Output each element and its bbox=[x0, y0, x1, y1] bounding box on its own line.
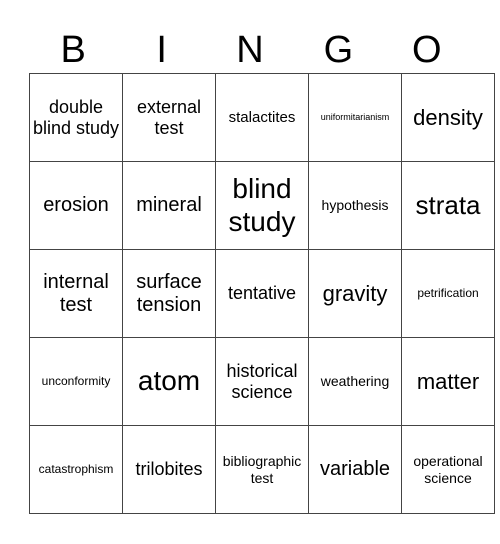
bingo-cell[interactable]: petrification bbox=[401, 249, 495, 338]
bingo-cell[interactable]: unconformity bbox=[29, 337, 123, 426]
bingo-cell[interactable]: internal test bbox=[29, 249, 123, 338]
header-letter-o: O bbox=[412, 29, 442, 71]
bingo-cell[interactable]: bibliographic test bbox=[215, 425, 309, 514]
header-letter-g: G bbox=[323, 29, 354, 71]
bingo-cell[interactable]: surface tension bbox=[122, 249, 216, 338]
bingo-cell[interactable]: gravity bbox=[308, 249, 402, 338]
bingo-grid: double blind study external test stalact… bbox=[29, 73, 495, 514]
bingo-cell[interactable]: matter bbox=[401, 337, 495, 426]
grid-row: internal test surface tension tentative … bbox=[29, 249, 495, 338]
bingo-header: B I N G O bbox=[29, 28, 471, 73]
header-letter-n: N bbox=[236, 29, 264, 71]
bingo-cell[interactable]: tentative bbox=[215, 249, 309, 338]
bingo-cell[interactable]: historical science bbox=[215, 337, 309, 426]
bingo-cell[interactable]: stalactites bbox=[215, 73, 309, 162]
bingo-cell[interactable]: hypothesis bbox=[308, 161, 402, 250]
bingo-cell[interactable]: density bbox=[401, 73, 495, 162]
grid-row: catastrophism trilobites bibliographic t… bbox=[29, 425, 495, 514]
bingo-cell[interactable]: atom bbox=[122, 337, 216, 426]
bingo-cell[interactable]: external test bbox=[122, 73, 216, 162]
bingo-cell[interactable]: trilobites bbox=[122, 425, 216, 514]
bingo-cell[interactable]: double blind study bbox=[29, 73, 123, 162]
bingo-cell[interactable]: catastrophism bbox=[29, 425, 123, 514]
bingo-cell[interactable]: uniformitarianism bbox=[308, 73, 402, 162]
bingo-cell[interactable]: variable bbox=[308, 425, 402, 514]
bingo-cell[interactable]: operational science bbox=[401, 425, 495, 514]
header-letter-b: B bbox=[60, 29, 86, 71]
bingo-cell[interactable]: mineral bbox=[122, 161, 216, 250]
header-letter-i: I bbox=[156, 29, 167, 71]
grid-row: erosion mineral blind study hypothesis s… bbox=[29, 161, 495, 250]
bingo-cell[interactable]: erosion bbox=[29, 161, 123, 250]
grid-row: unconformity atom historical science wea… bbox=[29, 337, 495, 426]
bingo-cell[interactable]: weathering bbox=[308, 337, 402, 426]
bingo-cell[interactable]: strata bbox=[401, 161, 495, 250]
grid-row: double blind study external test stalact… bbox=[29, 73, 495, 162]
bingo-cell[interactable]: blind study bbox=[215, 161, 309, 250]
